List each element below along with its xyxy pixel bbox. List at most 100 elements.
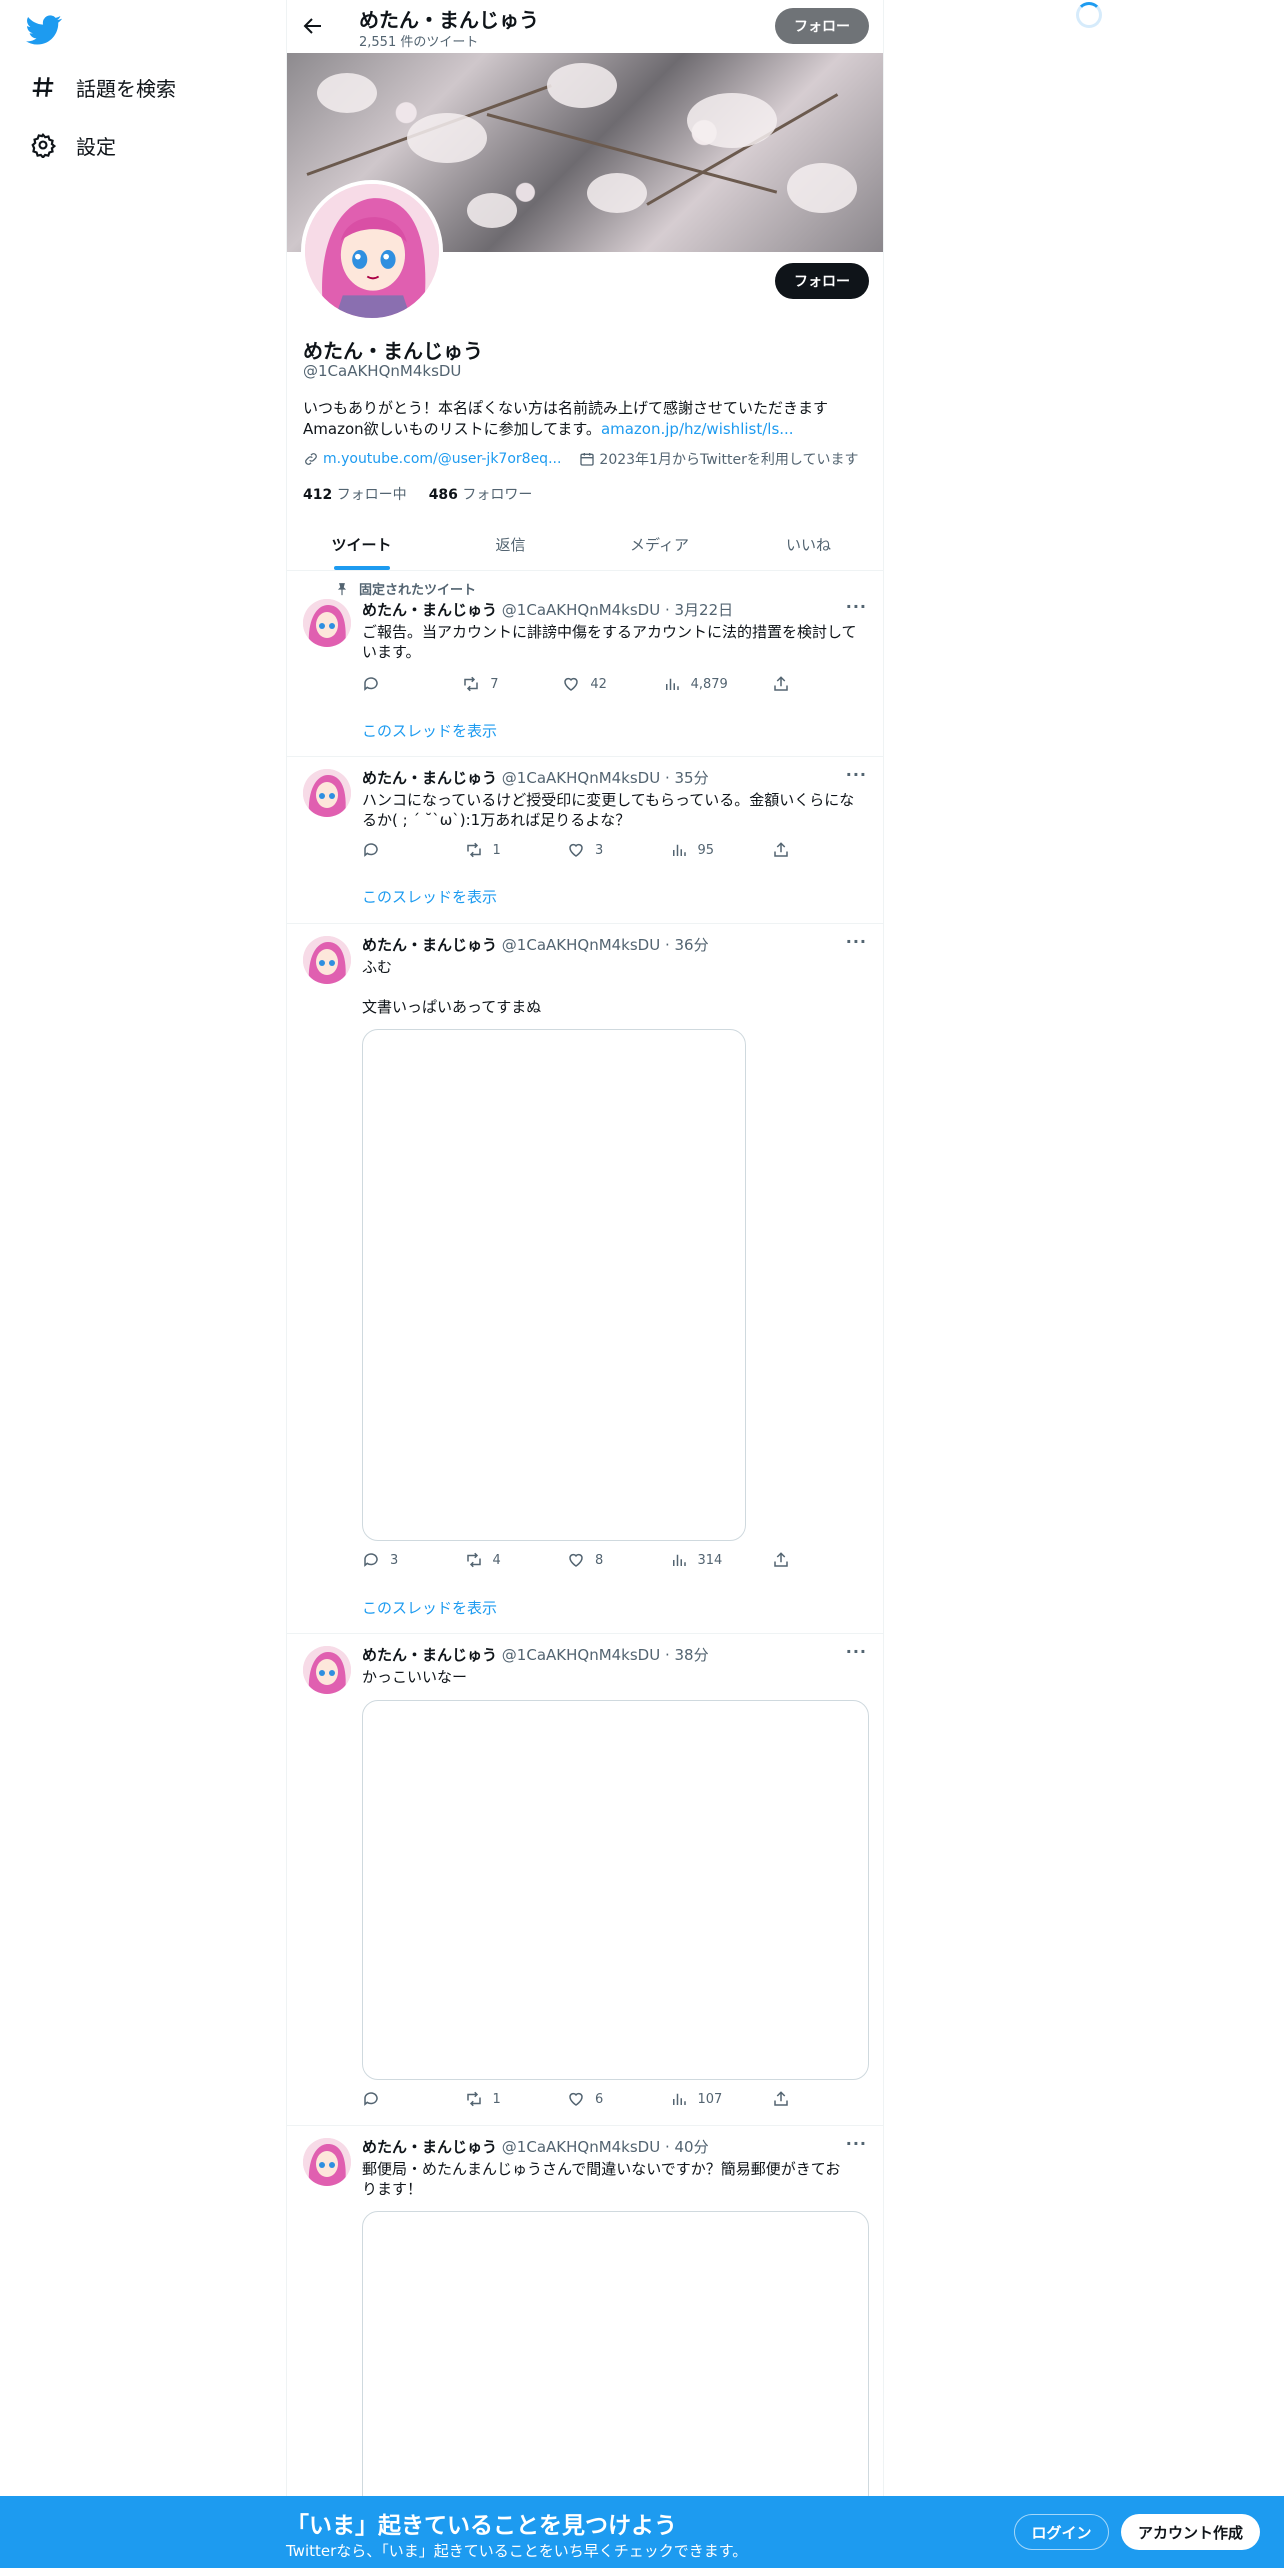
left-nav: 話題を検索 設定 xyxy=(0,0,286,2568)
login-button[interactable]: ログイン xyxy=(1014,2514,1109,2550)
tab-replies[interactable]: 返信 xyxy=(436,518,585,570)
nav-settings[interactable]: 設定 xyxy=(30,125,116,165)
views-button[interactable]: 95 xyxy=(670,841,726,859)
pinned-label: 固定されたツイート xyxy=(335,579,476,598)
heart-icon xyxy=(569,1553,583,1567)
bio-wishlist-link[interactable]: amazon.jp/hz/wishlist/ls... xyxy=(601,420,794,438)
profile-meta: m.youtube.com/@user-jk7or8eq... 2023年1月か… xyxy=(303,449,858,469)
tweet-actions: 1 3 95 xyxy=(362,841,792,859)
reply-icon xyxy=(364,2092,378,2106)
signup-button[interactable]: アカウント作成 xyxy=(1121,2514,1260,2550)
tweet-header: めたん・まんじゅう @1CaAKHQnM4ksDU · 35分 xyxy=(362,769,709,787)
tweet-media[interactable] xyxy=(362,1029,746,1541)
followers-stat[interactable]: 486 フォロワー xyxy=(429,484,533,504)
hashtag-icon xyxy=(32,77,54,97)
like-button[interactable]: 8 xyxy=(567,1551,623,1569)
profile-header-bar: めたん・まんじゅう 2,551 件のツイート フォロー xyxy=(287,0,883,53)
more-options-icon[interactable]: ··· xyxy=(846,932,867,951)
tweet-text: かっこいいなー xyxy=(362,1668,468,1686)
share-button[interactable] xyxy=(772,675,792,693)
share-icon xyxy=(774,676,788,691)
tweet-avatar[interactable] xyxy=(303,599,351,647)
header-follow-button[interactable]: フォロー xyxy=(775,8,869,44)
tweet-actions: 7 42 4,879 xyxy=(362,675,792,693)
tweet[interactable]: めたん・まんじゅう @1CaAKHQnM4ksDU · 35分 ··· ハンコに… xyxy=(287,757,883,924)
tweet-avatar[interactable] xyxy=(303,1646,351,1694)
tweet-header: めたん・まんじゅう @1CaAKHQnM4ksDU · 3月22日 xyxy=(362,601,734,619)
views-button[interactable]: 314 xyxy=(670,1551,726,1569)
tweet[interactable]: めたん・まんじゅう @1CaAKHQnM4ksDU · 40分 ··· 郵便局・… xyxy=(287,2126,883,2511)
link-icon xyxy=(305,453,317,465)
more-options-icon[interactable]: ··· xyxy=(846,1642,867,1661)
tweet-header: めたん・まんじゅう @1CaAKHQnM4ksDU · 38分 xyxy=(362,1646,709,1664)
views-button[interactable]: 107 xyxy=(670,2090,726,2108)
reply-button[interactable]: 3 xyxy=(362,1551,418,1569)
like-button[interactable]: 6 xyxy=(567,2090,623,2108)
tweet-text: ご報告。当アカウントに誹謗中傷をするアカウントに法的措置を検討して います。 xyxy=(362,623,857,661)
twitter-bird-icon[interactable] xyxy=(26,12,62,48)
reply-button[interactable] xyxy=(362,841,418,859)
tab-likes[interactable]: いいね xyxy=(734,518,883,570)
retweet-button[interactable]: 1 xyxy=(465,2090,521,2108)
tweet-text: 郵便局・めたんまんじゅうさんで間違いないですか？簡易郵便がきてお ります！ xyxy=(362,2160,841,2198)
share-icon xyxy=(774,2091,788,2106)
profile-bio-line: Amazon欲しいものリストに参加してます。amazon.jp/hz/wishl… xyxy=(303,418,794,439)
header-tweet-count: 2,551 件のツイート xyxy=(359,35,479,50)
retweet-button[interactable]: 7 xyxy=(462,675,518,693)
analytics-icon xyxy=(672,2093,686,2105)
tweet-avatar[interactable] xyxy=(303,936,351,984)
tweet-media[interactable] xyxy=(362,1700,869,2080)
profile-avatar[interactable] xyxy=(301,180,443,322)
tweet-actions: 1 6 107 xyxy=(362,2090,792,2108)
more-options-icon[interactable]: ··· xyxy=(846,765,867,784)
show-thread-link[interactable]: このスレッドを表示 xyxy=(362,720,497,741)
profile-website-link[interactable]: m.youtube.com/@user-jk7or8eq... xyxy=(323,451,561,467)
share-icon xyxy=(774,842,788,857)
views-button[interactable]: 4,879 xyxy=(663,675,728,693)
tweet[interactable]: めたん・まんじゅう @1CaAKHQnM4ksDU · 36分 ··· ふむ 文… xyxy=(287,924,883,1634)
retweet-icon xyxy=(466,1552,481,1568)
following-stat[interactable]: 412 フォロー中 xyxy=(303,484,407,504)
like-button[interactable]: 42 xyxy=(562,675,618,693)
tab-tweets[interactable]: ツイート xyxy=(287,518,436,570)
banner-subtitle: Twitterなら、「いま」起きていることをいち早くチェックできます。 xyxy=(286,2542,748,2560)
tweet-avatar[interactable] xyxy=(303,2138,351,2186)
share-icon xyxy=(774,1552,788,1567)
reply-icon xyxy=(364,677,378,691)
show-thread-link[interactable]: このスレッドを表示 xyxy=(362,1597,497,1618)
reply-button[interactable] xyxy=(362,2090,418,2108)
more-options-icon[interactable]: ··· xyxy=(846,597,867,616)
tweet-text: 文書いっぱいあってすまぬ xyxy=(362,998,542,1016)
pin-icon xyxy=(337,582,347,595)
tweet-avatar[interactable] xyxy=(303,769,351,817)
profile-follow-button[interactable]: フォロー xyxy=(775,263,869,299)
share-button[interactable] xyxy=(772,1551,792,1569)
show-thread-link[interactable]: このスレッドを表示 xyxy=(362,886,497,907)
heart-icon xyxy=(569,843,583,857)
reply-icon xyxy=(364,843,378,857)
heart-icon xyxy=(569,2092,583,2106)
retweet-icon xyxy=(466,2091,481,2107)
more-options-icon[interactable]: ··· xyxy=(846,2134,867,2153)
nav-explore[interactable]: 話題を検索 xyxy=(30,67,176,107)
analytics-icon xyxy=(665,678,679,690)
like-button[interactable]: 3 xyxy=(567,841,623,859)
retweet-button[interactable]: 1 xyxy=(465,841,521,859)
retweet-button[interactable]: 4 xyxy=(465,1551,521,1569)
nav-explore-label: 話題を検索 xyxy=(76,76,176,101)
profile-stats: 412 フォロー中 486 フォロワー xyxy=(303,484,532,504)
profile-bio-line: いつもありがとう！本名ぽくない方は名前読み上げて感謝させていただきます xyxy=(303,399,829,417)
banner-title: 「いま」起きていることを見つけよう xyxy=(286,2513,677,2539)
share-button[interactable] xyxy=(772,841,792,859)
reply-button[interactable] xyxy=(362,675,418,693)
gear-icon xyxy=(31,132,56,158)
tweet-text: ハンコになっているけど授受印に変更してもらっている。金額いくらにな るか( ; ´… xyxy=(362,791,855,829)
tab-media[interactable]: メディア xyxy=(585,518,734,570)
profile-name: めたん・まんじゅう xyxy=(303,339,483,363)
tweet[interactable]: 固定されたツイート めたん・まんじゅう @1CaAKHQnM4ksDU · 3月… xyxy=(287,571,883,757)
analytics-icon xyxy=(672,844,686,856)
back-arrow-icon[interactable] xyxy=(301,14,325,38)
tweet[interactable]: めたん・まんじゅう @1CaAKHQnM4ksDU · 38分 ··· かっこい… xyxy=(287,1634,883,2126)
share-button[interactable] xyxy=(772,2090,792,2108)
tweet-media[interactable] xyxy=(362,2211,869,2511)
